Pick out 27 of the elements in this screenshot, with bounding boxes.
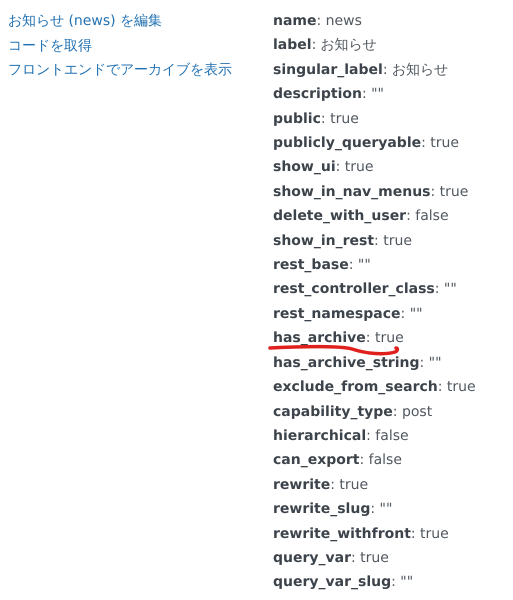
property-line: has_archive: true (273, 330, 404, 346)
property-line: show_ui: true (273, 159, 374, 176)
property-line: exclude_from_search: true (273, 379, 476, 396)
property-line: query_var_slug: "" (273, 574, 414, 590)
property-line: rest_controller_class: "" (273, 281, 457, 298)
property-line: name: news (273, 13, 362, 29)
property-line: show_in_nav_menus: true (273, 184, 468, 200)
property-line: capability_type: post (273, 404, 432, 420)
property-line: public: true (273, 110, 359, 127)
property-line: singular_label: お知らせ (273, 62, 448, 78)
link[interactable]: お知らせ (news) を編集 (8, 9, 258, 34)
property-line: rewrite_withfront: true (273, 526, 449, 542)
property-line: has_archive_string: "" (273, 354, 442, 371)
property-line: rewrite_slug: "" (273, 501, 392, 518)
property-line: delete_with_user: false (273, 208, 449, 224)
property-line: hierarchical: false (273, 428, 409, 444)
property-line: can_export: false (273, 452, 402, 468)
link[interactable]: コードを取得 (8, 34, 258, 58)
property-line: show_in_rest: true (273, 232, 412, 249)
property-line: rest_base: "" (273, 257, 371, 274)
property-line: rewrite: true (273, 476, 368, 493)
property-line: query_var: true (273, 550, 389, 566)
property-line: description: "" (273, 86, 384, 102)
property-line: rest_namespace: "" (273, 306, 423, 322)
property-line: publicly_queryable: true (273, 135, 460, 152)
property-line: label: お知らせ (273, 37, 377, 54)
link[interactable]: フロントエンドでアーカイブを表示 (8, 58, 258, 82)
